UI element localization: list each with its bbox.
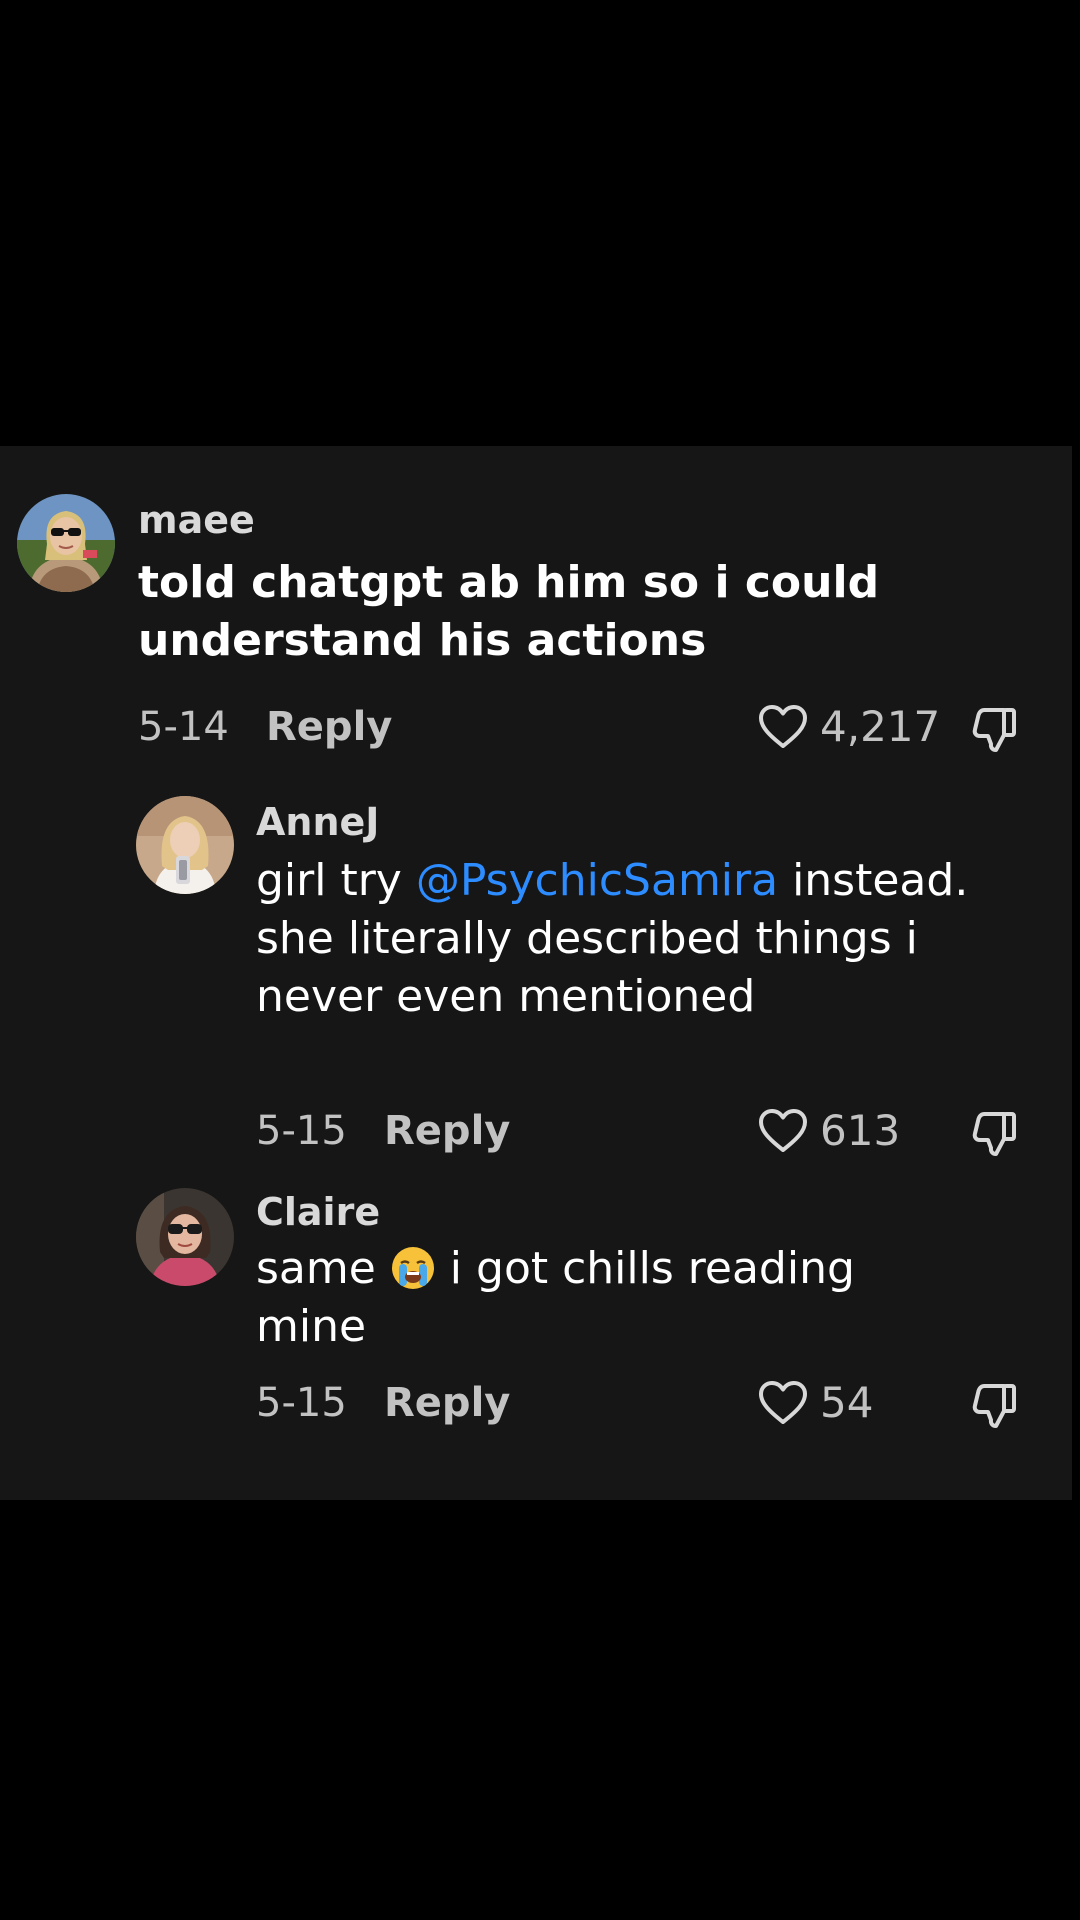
- thumbs-down-icon: [972, 1384, 1016, 1428]
- reply-button[interactable]: Reply: [384, 1380, 510, 1426]
- username[interactable]: Claire: [256, 1190, 380, 1234]
- comment-date: 5-15: [256, 1108, 347, 1154]
- loudly-crying-face-icon: [391, 1247, 434, 1289]
- comment-text: girl try @PsychicSamira instead. she lit…: [256, 852, 976, 1026]
- thumbs-down-icon: [972, 1112, 1016, 1156]
- like-count: 54: [820, 1378, 874, 1427]
- comment-text: same i got chills reading mine: [256, 1240, 976, 1356]
- comment-meta: 5-15 Reply 613: [0, 1104, 1072, 1164]
- comment-meta: 5-14 Reply 4,217: [0, 700, 1072, 760]
- heart-outline-icon: [759, 1109, 807, 1152]
- comment-date: 5-15: [256, 1380, 347, 1426]
- username[interactable]: AnneJ: [256, 800, 379, 844]
- avatar[interactable]: [17, 494, 115, 592]
- thumbs-down-icon: [972, 708, 1016, 752]
- mention-link[interactable]: @PsychicSamira: [416, 855, 778, 906]
- dislike-button[interactable]: [970, 706, 1020, 760]
- heart-outline-icon: [759, 705, 807, 748]
- dislike-button[interactable]: [970, 1382, 1020, 1436]
- username[interactable]: maee: [138, 498, 255, 542]
- comment-meta: 5-15 Reply 54: [0, 1376, 1072, 1436]
- like-count: 4,217: [820, 702, 941, 751]
- comment-text-part: same: [256, 1243, 390, 1294]
- comment-date: 5-14: [138, 704, 229, 750]
- like-count: 613: [820, 1106, 901, 1155]
- avatar[interactable]: [136, 1188, 234, 1286]
- heart-outline-icon: [759, 1381, 807, 1424]
- avatar[interactable]: [136, 796, 234, 894]
- reply-button[interactable]: Reply: [266, 704, 392, 750]
- dislike-button[interactable]: [970, 1110, 1020, 1164]
- comment-text-part: girl try: [256, 855, 416, 906]
- reply-button[interactable]: Reply: [384, 1108, 510, 1154]
- comment-text: told chatgpt ab him so i could understan…: [138, 557, 880, 666]
- comments-panel: maee told chatgpt ab him so i could unde…: [0, 446, 1072, 1500]
